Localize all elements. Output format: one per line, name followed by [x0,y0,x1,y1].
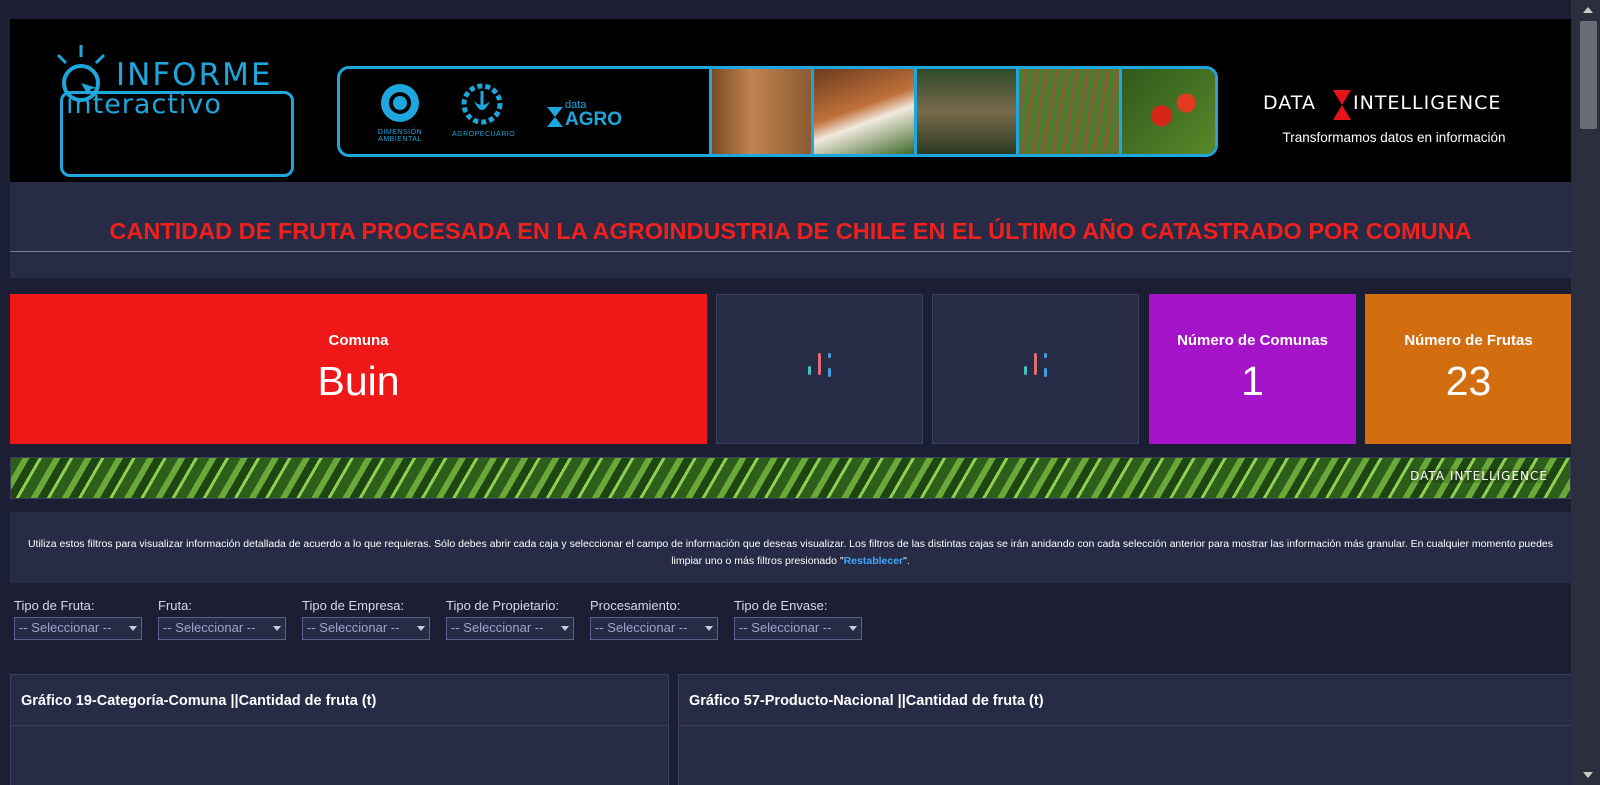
filter-tipo-propietario: Tipo de Propietario: -- Seleccionar -- [446,598,576,640]
kpi-comuna: Comuna Buin [10,294,707,444]
scroll-down-icon[interactable] [1583,772,1593,778]
select-value: -- Seleccionar -- [163,620,256,635]
hourglass-icon [1333,90,1351,120]
brand-data: DATA [1263,92,1316,114]
kpi-numero-frutas: Número de Frutas 23 [1365,294,1572,444]
agropecuario-label: AGROPECUARIO [452,131,516,138]
chevron-down-icon [705,626,713,631]
photo-cow [811,69,914,154]
data-agro-big: AGRO [565,109,622,130]
scroll-thumb[interactable] [1580,21,1597,129]
page-title: CANTIDAD DE FRUTA PROCESADA EN LA AGROIN… [109,218,1472,244]
filter-label: Tipo de Envase: [734,598,828,613]
header-banner: INFORME interactivo DIMENSIÓN AMBIENTAL … [10,19,1571,182]
kpi-frutas-value: 23 [1445,358,1492,404]
kpi-comuna-label: Comuna [328,332,389,349]
chevron-down-icon [561,626,569,631]
tipo-propietario-select[interactable]: -- Seleccionar -- [446,617,574,640]
logo-word-informe: INFORME [116,57,273,93]
agropecuario-logo: AGROPECUARIO [452,81,516,138]
tipo-envase-select[interactable]: -- Seleccionar -- [734,617,862,640]
select-value: -- Seleccionar -- [451,620,544,635]
filter-label: Fruta: [158,598,192,613]
filter-label: Tipo de Fruta: [14,598,95,613]
photo-vegetables [1118,69,1215,154]
partner-banner: DIMENSIÓN AMBIENTAL AGROPECUARIO data AG… [337,66,1218,157]
chart-panel-title: Gráfico 19-Categoría-Comuna ||Cantidad d… [21,693,377,709]
instructions-text: Utiliza estos filtros para visualizar in… [27,538,1554,567]
restablecer-link[interactable]: Restablecer [844,555,904,567]
dimension-ambiental-label: DIMENSIÓN AMBIENTAL [377,129,423,143]
select-value: -- Seleccionar -- [595,620,688,635]
panel-divider [679,725,1571,726]
kpi-loading-2 [932,294,1139,444]
data-intelligence-logo: DATA INTELLIGENCE [1263,90,1525,120]
filter-tipo-empresa: Tipo de Empresa: -- Seleccionar -- [302,598,432,640]
filter-tipo-envase: Tipo de Envase: -- Seleccionar -- [734,598,864,640]
filter-instructions: Utiliza estos filtros para visualizar in… [10,512,1571,583]
photo-crop-rows [1016,69,1119,154]
chart-panel-57: Gráfico 57-Producto-Nacional ||Cantidad … [678,674,1572,785]
brand-intelligence: INTELLIGENCE [1353,92,1502,114]
panel-divider [11,725,668,726]
kpi-comunas-value: 1 [1241,358,1264,404]
strip-brand: DATA INTELLIGENCE [1410,469,1548,483]
filter-tipo-fruta: Tipo de Fruta: -- Seleccionar -- [14,598,144,640]
brand-tagline: Transformamos datos en información [1282,130,1506,145]
tipo-fruta-select[interactable]: -- Seleccionar -- [14,617,142,640]
agro-photo-strip [709,69,1215,154]
logo-word-interactivo: interactivo [66,89,222,120]
filter-label: Tipo de Empresa: [302,598,405,613]
filter-label: Tipo de Propietario: [446,598,559,613]
dimension-ambiental-logo: DIMENSIÓN AMBIENTAL [374,81,426,143]
procesamiento-select[interactable]: -- Seleccionar -- [590,617,718,640]
chevron-down-icon [849,626,857,631]
photo-farmer [913,69,1017,154]
tipo-empresa-select[interactable]: -- Seleccionar -- [302,617,430,640]
chart-panel-title: Gráfico 57-Producto-Nacional ||Cantidad … [689,693,1044,709]
sun-emblem-icon [381,84,419,122]
vertical-scrollbar[interactable] [1571,0,1600,785]
triangle-icon [547,107,563,127]
chevron-down-icon [129,626,137,631]
chart-panel-19: Gráfico 19-Categoría-Comuna ||Cantidad d… [10,674,669,785]
filter-fruta: Fruta: -- Seleccionar -- [158,598,288,640]
fruta-select[interactable]: -- Seleccionar -- [158,617,286,640]
chevron-down-icon [273,626,281,631]
gear-leaf-icon [461,83,503,125]
filter-label: Procesamiento: [590,598,681,613]
kpi-comuna-value: Buin [317,358,400,404]
select-value: -- Seleccionar -- [307,620,400,635]
leaf-banner: DATA INTELLIGENCE [10,457,1571,499]
loading-spinner-icon [1024,353,1047,377]
loading-spinner-icon [808,353,831,377]
title-divider [10,251,1571,252]
kpi-comunas-label: Número de Comunas [1177,332,1328,349]
filter-procesamiento: Procesamiento: -- Seleccionar -- [590,598,720,640]
informe-interactivo-logo: INFORME interactivo [48,43,298,177]
kpi-loading-1 [716,294,923,444]
title-band: CANTIDAD DE FRUTA PROCESADA EN LA AGROIN… [10,182,1571,278]
select-value: -- Seleccionar -- [19,620,112,635]
instructions-tail: ". [903,555,910,567]
kpi-row: Comuna Buin Número de Comunas 1 Número d… [10,294,1572,444]
photo-farm-tools [709,69,812,154]
kpi-numero-comunas: Número de Comunas 1 [1149,294,1356,444]
chevron-down-icon [417,626,425,631]
kpi-frutas-label: Número de Frutas [1404,332,1533,349]
select-value: -- Seleccionar -- [739,620,832,635]
scroll-up-icon[interactable] [1583,7,1593,13]
dashboard: INFORME interactivo DIMENSIÓN AMBIENTAL … [10,19,1571,278]
